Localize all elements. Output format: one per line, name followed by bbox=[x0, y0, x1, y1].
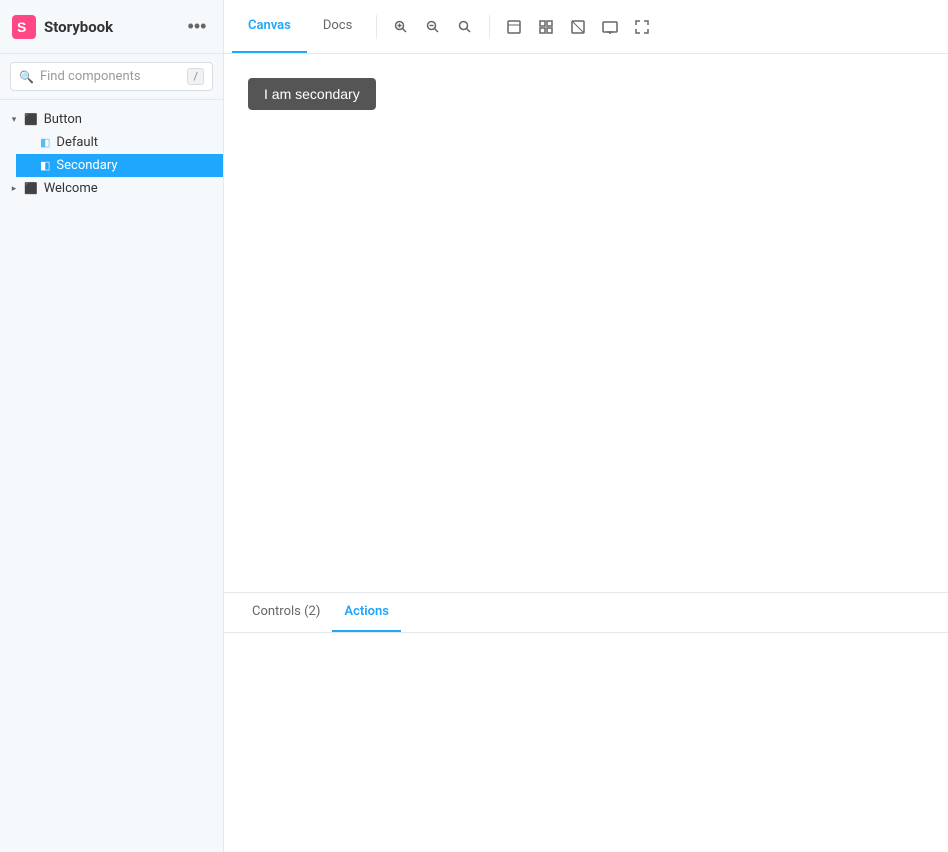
sidebar: S Storybook ••• 🔍 Find components / ⬛ bbox=[0, 0, 224, 852]
tree-group-welcome: ⬛ Welcome bbox=[0, 177, 223, 200]
tab-docs[interactable]: Docs bbox=[307, 0, 368, 53]
tree-item-label-welcome: Welcome bbox=[44, 181, 98, 196]
canvas-content: I am secondary bbox=[224, 54, 948, 134]
fullscreen-icon bbox=[634, 19, 650, 35]
view-component-icon bbox=[506, 19, 522, 35]
tree-item-default[interactable]: ◧ Default bbox=[16, 131, 223, 154]
toolbar-divider-1 bbox=[376, 15, 377, 39]
tree-item-button[interactable]: ⬛ Button bbox=[0, 108, 223, 131]
expand-arrow-button bbox=[8, 114, 20, 126]
component-tree: ⬛ Button ◧ Default ◧ Secondary bbox=[0, 100, 223, 852]
story-icon-default: ◧ bbox=[40, 136, 50, 149]
logo-container: S Storybook bbox=[12, 15, 183, 39]
expand-arrow-welcome bbox=[8, 183, 20, 195]
tab-canvas[interactable]: Canvas bbox=[232, 0, 307, 53]
tree-item-label-secondary: Secondary bbox=[56, 158, 117, 173]
view-grid-button[interactable] bbox=[530, 11, 562, 43]
search-shortcut-badge: / bbox=[187, 68, 204, 85]
app-container: S Storybook ••• 🔍 Find components / ⬛ bbox=[0, 0, 948, 852]
svg-text:S: S bbox=[17, 19, 26, 35]
bottom-content-area bbox=[224, 633, 948, 852]
zoom-reset-button[interactable] bbox=[449, 11, 481, 43]
search-placeholder-text: Find components bbox=[40, 69, 182, 84]
background-icon bbox=[570, 19, 586, 35]
story-icon-secondary: ◧ bbox=[40, 159, 50, 172]
toolbar-divider-2 bbox=[489, 15, 490, 39]
tree-item-secondary[interactable]: ◧ Secondary bbox=[16, 154, 223, 177]
zoom-reset-icon bbox=[457, 19, 473, 35]
viewport-button[interactable] bbox=[594, 11, 626, 43]
sidebar-header: S Storybook ••• bbox=[0, 0, 223, 54]
view-component-button[interactable] bbox=[498, 11, 530, 43]
zoom-out-icon bbox=[425, 19, 441, 35]
component-icon-welcome: ⬛ bbox=[24, 182, 38, 195]
tree-children-button: ◧ Default ◧ Secondary bbox=[0, 131, 223, 177]
component-icon-button: ⬛ bbox=[24, 113, 38, 126]
view-grid-icon bbox=[538, 19, 554, 35]
search-container: 🔍 Find components / bbox=[0, 54, 223, 100]
zoom-in-button[interactable] bbox=[385, 11, 417, 43]
main-content: Canvas Docs bbox=[224, 0, 948, 852]
viewport-icon bbox=[602, 19, 618, 35]
zoom-out-button[interactable] bbox=[417, 11, 449, 43]
background-button[interactable] bbox=[562, 11, 594, 43]
search-icon: 🔍 bbox=[19, 70, 34, 84]
bottom-tabs: Controls (2) Actions bbox=[224, 593, 948, 633]
tab-controls[interactable]: Controls (2) bbox=[240, 593, 332, 632]
fullscreen-button[interactable] bbox=[626, 11, 658, 43]
bottom-panel: Controls (2) Actions bbox=[224, 592, 948, 852]
tree-item-label-default: Default bbox=[56, 135, 98, 150]
canvas-area: I am secondary bbox=[224, 54, 948, 592]
main-toolbar: Canvas Docs bbox=[224, 0, 948, 54]
tree-group-button: ⬛ Button ◧ Default ◧ Secondary bbox=[0, 108, 223, 177]
logo-text: Storybook bbox=[44, 18, 113, 36]
demo-secondary-button[interactable]: I am secondary bbox=[248, 78, 376, 110]
tab-actions[interactable]: Actions bbox=[332, 593, 401, 632]
sidebar-menu-button[interactable]: ••• bbox=[183, 13, 211, 41]
search-box[interactable]: 🔍 Find components / bbox=[10, 62, 213, 91]
tree-item-label-button: Button bbox=[44, 112, 82, 127]
tree-item-welcome[interactable]: ⬛ Welcome bbox=[0, 177, 223, 200]
zoom-in-icon bbox=[393, 19, 409, 35]
storybook-logo-icon: S bbox=[12, 15, 36, 39]
